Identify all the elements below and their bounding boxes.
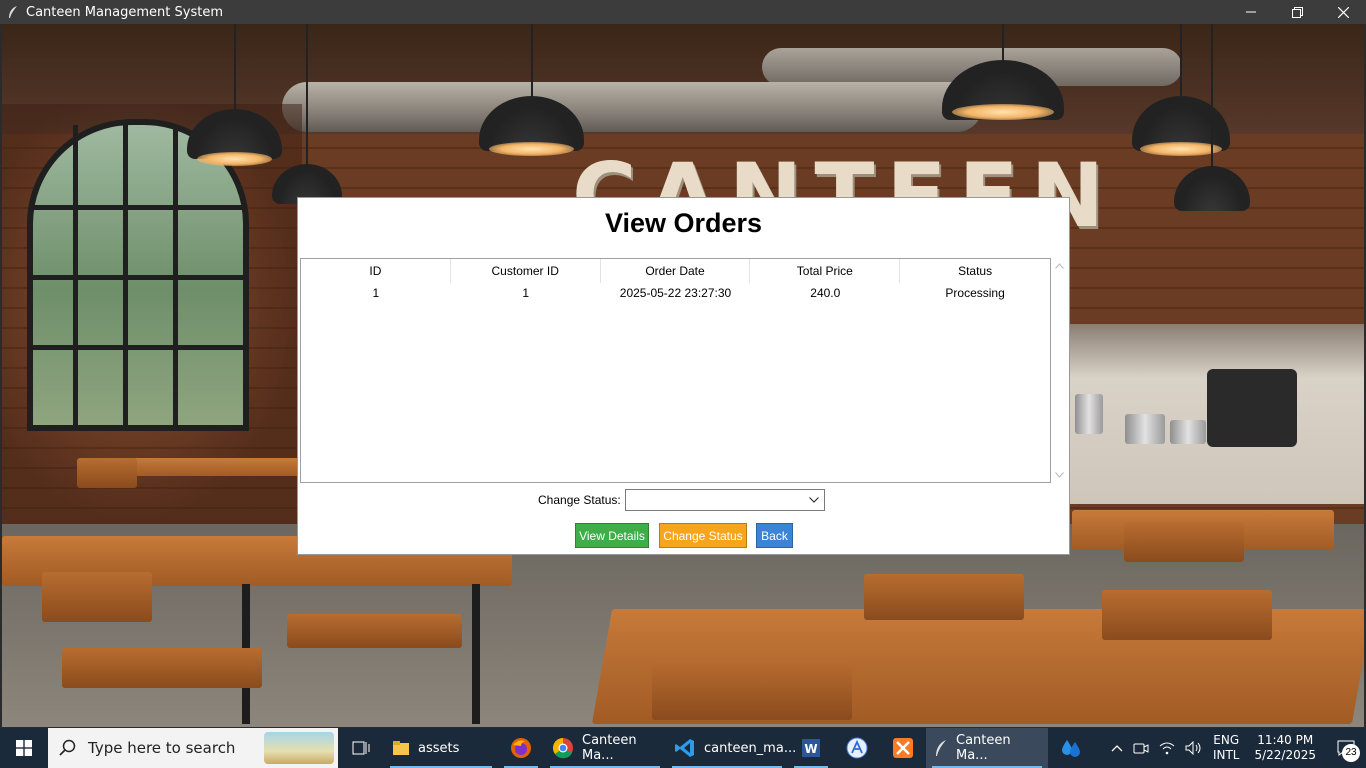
chevron-down-icon[interactable] — [808, 494, 820, 506]
taskbar-app-vscode[interactable]: canteen_ma... — [666, 728, 796, 768]
oven — [1207, 369, 1297, 447]
input-language-button[interactable]: ENG INTL — [1208, 733, 1245, 763]
taskbar-search[interactable]: Type here to search — [48, 728, 338, 768]
start-button[interactable] — [0, 728, 48, 768]
scroll-up-icon[interactable] — [1051, 258, 1067, 274]
search-icon — [48, 739, 88, 757]
air-duct — [282, 82, 982, 132]
speaker-icon — [1185, 741, 1201, 755]
volume-button[interactable] — [1180, 741, 1208, 755]
minimize-button[interactable] — [1228, 0, 1274, 24]
pendant-lamp — [187, 24, 282, 174]
cell-id: 1 — [372, 286, 380, 300]
search-highlight-image — [264, 732, 334, 764]
back-button[interactable]: Back — [756, 523, 793, 548]
column-header-customer-id[interactable]: Customer ID — [451, 259, 601, 283]
dialog-title: View Orders — [604, 208, 763, 238]
taskbar-app-canteen-python[interactable]: Canteen Ma... — [926, 728, 1048, 768]
network-button[interactable] — [1154, 741, 1180, 755]
cell-total-price: 240.0 — [810, 286, 841, 300]
wifi-icon — [1159, 742, 1175, 755]
close-button[interactable] — [1320, 0, 1366, 24]
chrome-icon — [552, 737, 574, 759]
column-header-order-date[interactable]: Order Date — [601, 259, 751, 283]
python-feather-icon — [934, 739, 948, 757]
meet-now-icon — [1133, 743, 1149, 754]
notification-count-badge: 23 — [1342, 744, 1360, 762]
taskbar-app-word[interactable]: W — [788, 728, 834, 768]
app-store-icon — [846, 737, 868, 759]
clock-date: 5/22/2025 — [1254, 748, 1316, 762]
maximize-button[interactable] — [1274, 0, 1320, 24]
chair — [1102, 590, 1272, 640]
cell-customer-id: 1 — [522, 286, 530, 300]
cell-order-date: 2025-05-22 23:27:30 — [619, 286, 732, 300]
clock-time: 11:40 PM — [1257, 733, 1314, 747]
feather-icon — [6, 5, 20, 19]
cell-status: Processing — [945, 286, 1005, 300]
chevron-up-icon — [1111, 745, 1123, 752]
window-title: Canteen Management System — [26, 4, 223, 20]
chair — [652, 660, 852, 720]
table-scrollbar[interactable] — [1051, 258, 1067, 483]
search-placeholder: Type here to search — [88, 739, 236, 757]
firefox-icon — [511, 738, 531, 758]
window-titlebar: Canteen Management System — [0, 0, 1366, 24]
task-view-button[interactable] — [338, 728, 384, 768]
view-orders-dialog: View Orders ID Customer ID Order Date To… — [297, 197, 1070, 555]
chair — [864, 574, 1024, 620]
table-row[interactable]: 1 1 2025-05-22 23:27:30 240.0 Processing — [301, 283, 1050, 303]
change-status-row: Change Status: — [298, 488, 1069, 514]
change-status-label: Change Status: — [538, 493, 621, 507]
taskbar-app-store[interactable] — [834, 728, 880, 768]
taskbar-app-chrome[interactable]: Canteen Ma... — [544, 728, 666, 768]
dining-table — [132, 458, 302, 476]
vscode-icon — [674, 737, 696, 759]
close-icon — [1337, 6, 1349, 18]
pendant-lamp — [272, 24, 342, 214]
taskbar-app-xampp[interactable] — [880, 728, 926, 768]
chair — [42, 572, 152, 622]
pendant-lamp — [1174, 24, 1250, 219]
svg-text:W: W — [804, 742, 817, 756]
scroll-down-icon[interactable] — [1051, 467, 1067, 483]
table-header: ID Customer ID Order Date Total Price St… — [301, 259, 1050, 283]
minimize-icon — [1246, 11, 1256, 13]
system-tray: ENG INTL 11:40 PM 5/22/2025 23 — [1106, 728, 1366, 768]
taskbar: Type here to search assets Canteen Ma...… — [0, 728, 1366, 768]
xampp-icon — [893, 738, 913, 758]
folder-icon — [392, 740, 410, 756]
column-header-status[interactable]: Status — [900, 259, 1050, 283]
orders-table[interactable]: ID Customer ID Order Date Total Price St… — [300, 258, 1051, 483]
restore-icon — [1291, 6, 1303, 18]
change-status-button[interactable]: Change Status — [659, 523, 747, 548]
chair — [1124, 522, 1244, 562]
windows-logo-icon — [16, 740, 32, 756]
clock[interactable]: 11:40 PM 5/22/2025 — [1244, 733, 1326, 763]
view-details-button[interactable]: View Details — [575, 523, 649, 548]
status-dropdown[interactable] — [625, 489, 825, 511]
taskbar-app-drop[interactable] — [1048, 728, 1094, 768]
column-header-total-price[interactable]: Total Price — [750, 259, 901, 283]
chair — [287, 614, 462, 648]
task-view-icon — [352, 741, 370, 755]
notification-center-button[interactable]: 23 — [1326, 728, 1366, 768]
chair — [62, 648, 262, 688]
pendant-lamp — [942, 24, 1064, 134]
meet-now-button[interactable] — [1128, 741, 1154, 755]
word-icon: W — [802, 739, 820, 757]
column-header-id[interactable]: ID — [301, 259, 451, 283]
water-drop-icon — [1062, 740, 1080, 757]
taskbar-app-assets[interactable]: assets — [384, 728, 498, 768]
show-hidden-icons-button[interactable] — [1106, 744, 1128, 752]
chair — [77, 458, 137, 488]
pendant-lamp — [479, 24, 584, 164]
taskbar-app-firefox[interactable] — [498, 728, 544, 768]
